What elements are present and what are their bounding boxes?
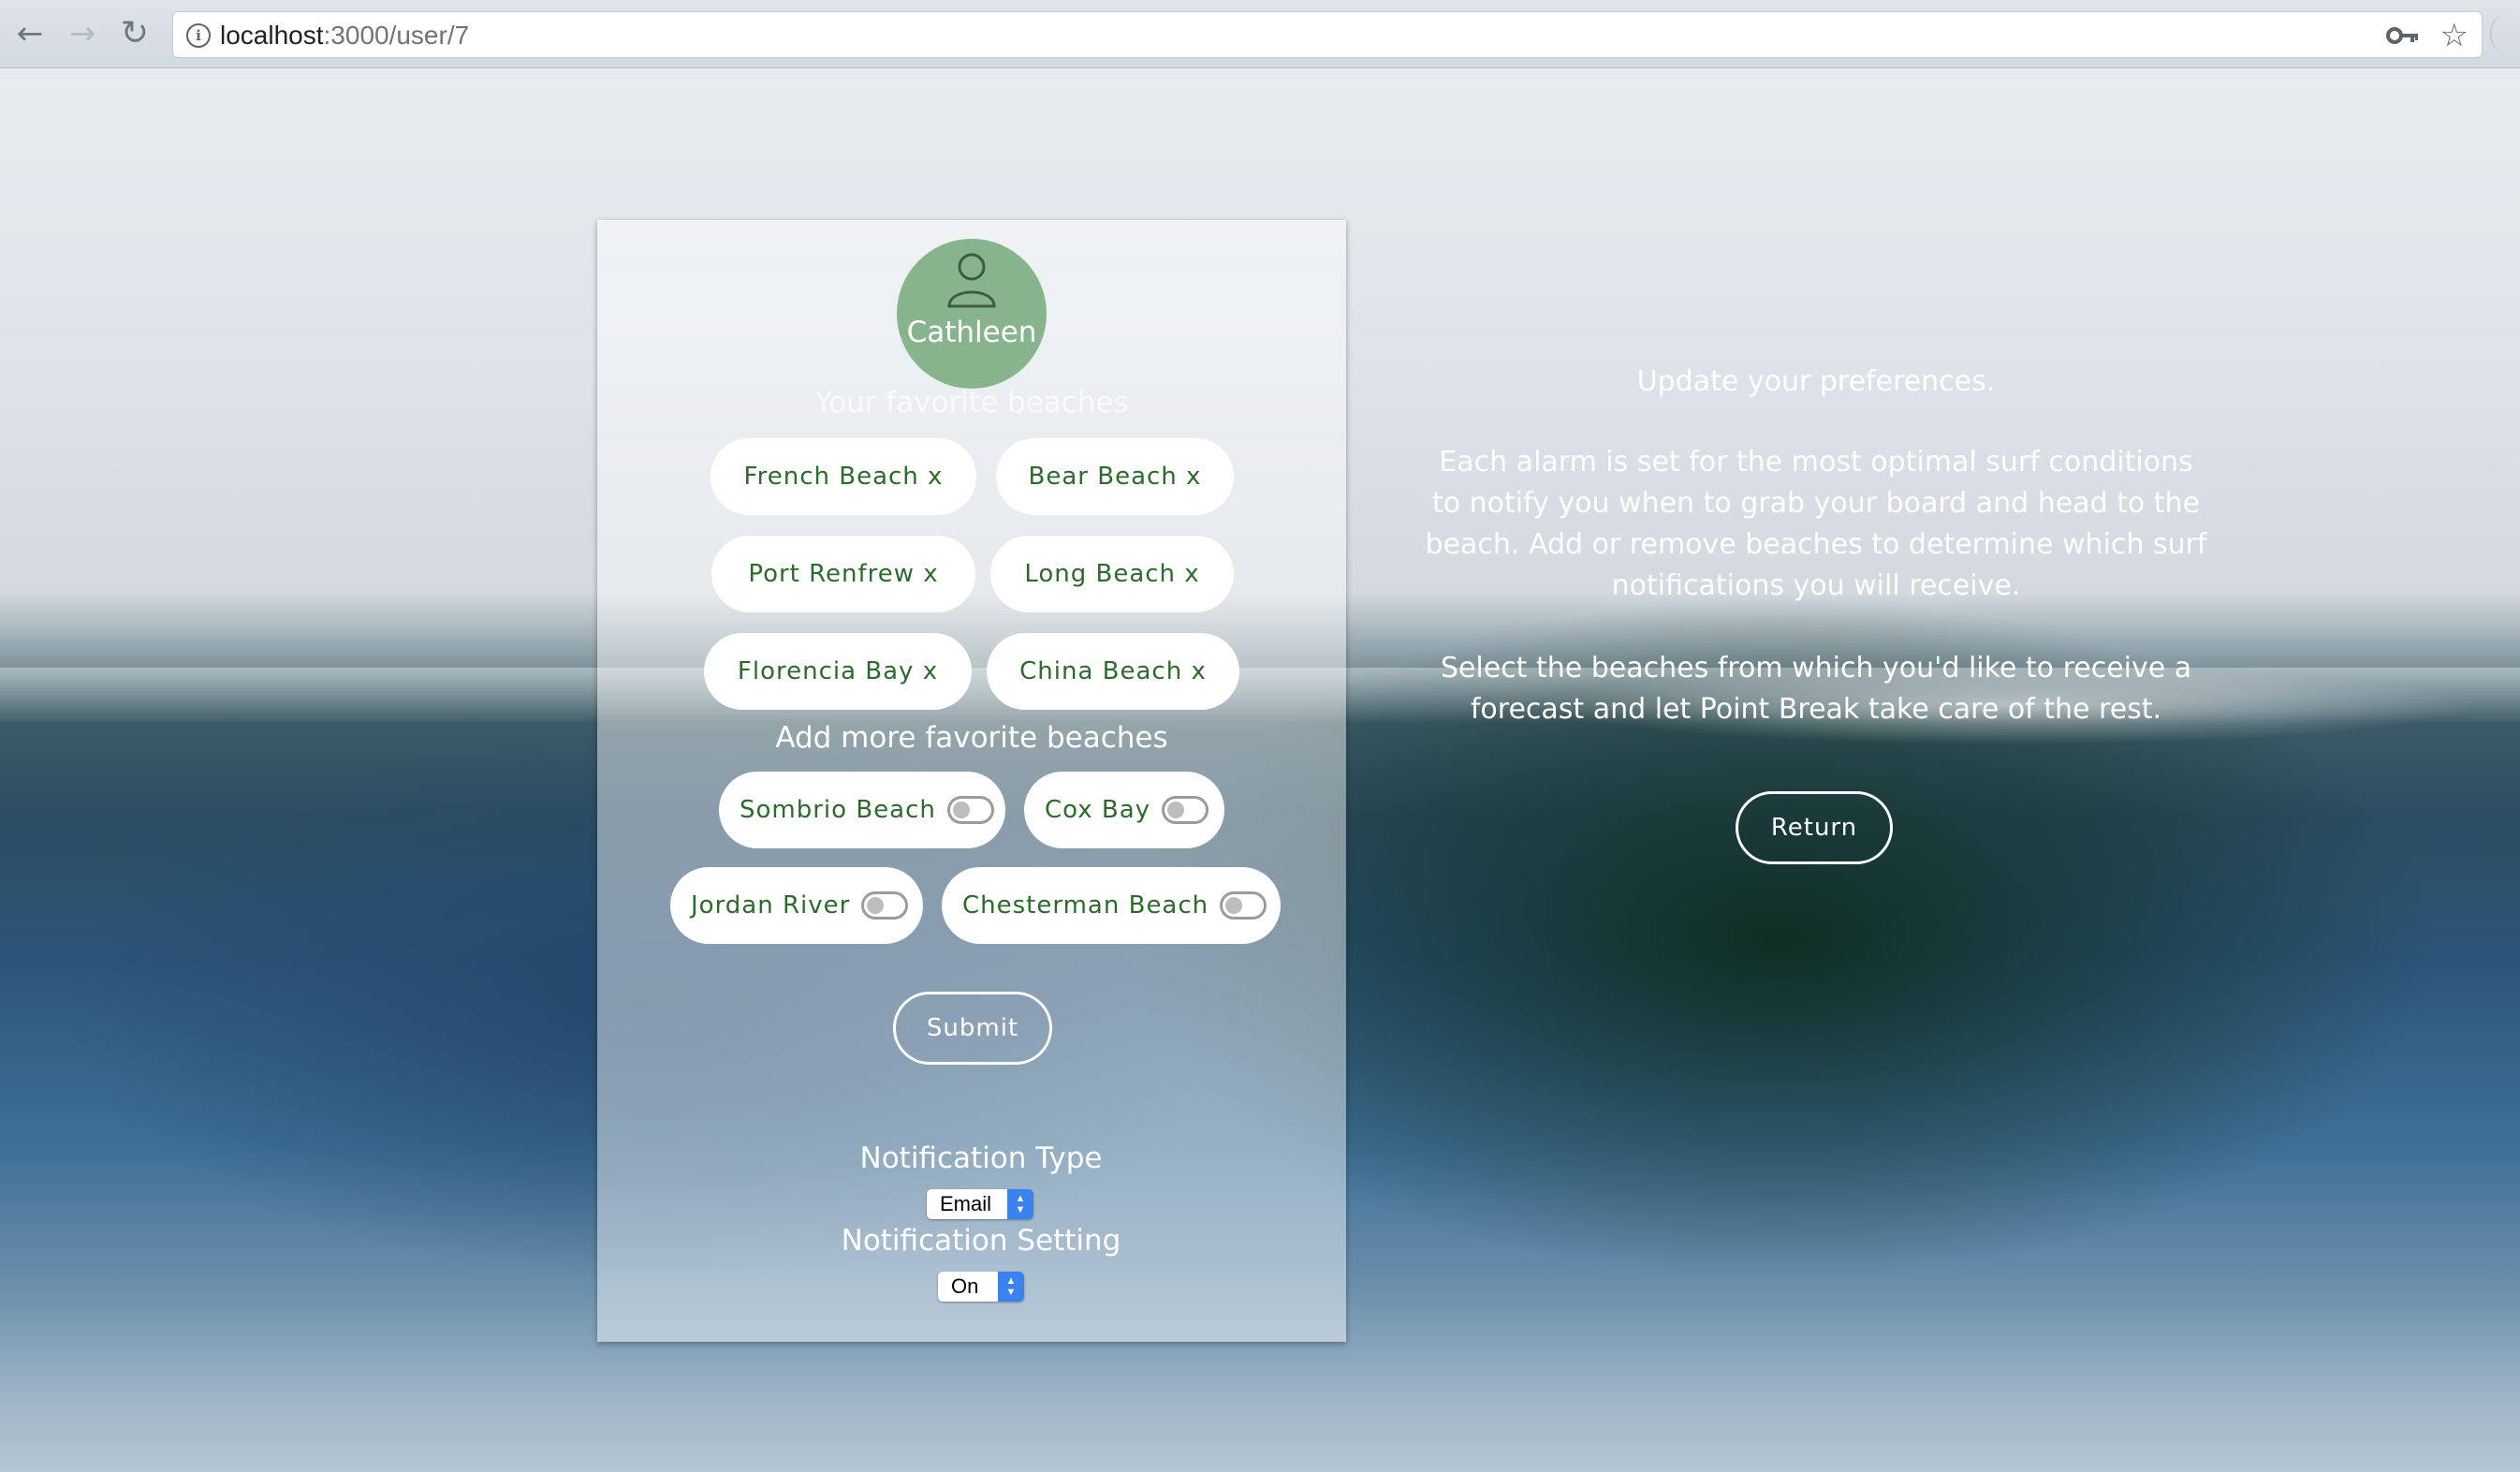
- info-paragraph-2: Select the beaches from which you'd like…: [1440, 652, 2192, 726]
- toggle-switch[interactable]: [1162, 796, 1209, 824]
- user-name: Cathleen: [906, 316, 1037, 349]
- browser-toolbar: ← → ↻ i localhost:3000/user/7 ☆: [0, 0, 2520, 68]
- notification-setting-label: Notification Setting: [841, 1224, 1121, 1258]
- forward-arrow-icon[interactable]: →: [62, 13, 103, 54]
- select-arrows-icon: ▲ ▼: [998, 1272, 1024, 1302]
- add-beach-label: Chesterman Beach: [962, 891, 1209, 920]
- notification-type-value: Email: [940, 1192, 992, 1215]
- add-beach-toggle[interactable]: Sombrio Beach: [719, 772, 1005, 848]
- notification-type-select[interactable]: Email ▲ ▼: [927, 1189, 1033, 1219]
- add-beach-label: Cox Bay: [1045, 796, 1151, 824]
- info-icon[interactable]: i: [186, 23, 211, 48]
- notification-setting-select[interactable]: On ▲ ▼: [938, 1272, 1024, 1302]
- add-beach-label: Sombrio Beach: [740, 796, 936, 824]
- favorites-title: Your favorite beaches: [814, 386, 1129, 420]
- favorite-beach-chip[interactable]: China Beach x: [987, 633, 1239, 710]
- key-icon[interactable]: [2386, 22, 2420, 50]
- info-heading: Update your preferences.: [1636, 365, 1996, 398]
- back-arrow-icon[interactable]: ←: [9, 13, 51, 54]
- address-bar[interactable]: i localhost:3000/user/7 ☆: [172, 11, 2483, 58]
- notification-type-label: Notification Type: [859, 1141, 1103, 1175]
- extension-spinner-icon: [2489, 15, 2520, 52]
- notification-setting-value: On: [951, 1274, 979, 1298]
- user-icon: [947, 253, 996, 308]
- add-beach-toggle[interactable]: Jordan River: [670, 867, 923, 944]
- add-beach-toggle[interactable]: Chesterman Beach: [942, 867, 1281, 944]
- add-favorites-title: Add more favorite beaches: [775, 721, 1168, 755]
- profile-card: Cathleen Your favorite beaches French Be…: [597, 220, 1346, 1342]
- add-beach-toggle[interactable]: Cox Bay: [1024, 772, 1224, 848]
- toggle-switch[interactable]: [861, 891, 909, 920]
- add-beach-label: Jordan River: [691, 891, 851, 920]
- favorite-beach-chip[interactable]: Florencia Bay x: [704, 633, 972, 710]
- submit-button[interactable]: Submit: [893, 992, 1052, 1065]
- favorite-beach-chip[interactable]: French Beach x: [711, 438, 976, 515]
- star-icon[interactable]: ☆: [2440, 16, 2469, 55]
- select-arrows-icon: ▲ ▼: [1007, 1189, 1033, 1219]
- reload-icon[interactable]: ↻: [114, 13, 155, 54]
- favorite-beach-chip[interactable]: Port Renfrew x: [711, 536, 975, 612]
- info-paragraph-1: Each alarm is set for the most optimal s…: [1425, 446, 2207, 602]
- favorite-beach-chip[interactable]: Bear Beach x: [996, 438, 1234, 515]
- return-button[interactable]: Return: [1736, 791, 1893, 864]
- avatar: Cathleen: [897, 239, 1047, 389]
- favorite-beach-chip[interactable]: Long Beach x: [990, 536, 1234, 612]
- url-path: :3000/user/7: [323, 21, 470, 50]
- url-host: localhost: [220, 21, 324, 50]
- toggle-switch[interactable]: [946, 796, 994, 824]
- toggle-switch[interactable]: [1220, 891, 1267, 920]
- url-text[interactable]: localhost:3000/user/7: [220, 12, 469, 59]
